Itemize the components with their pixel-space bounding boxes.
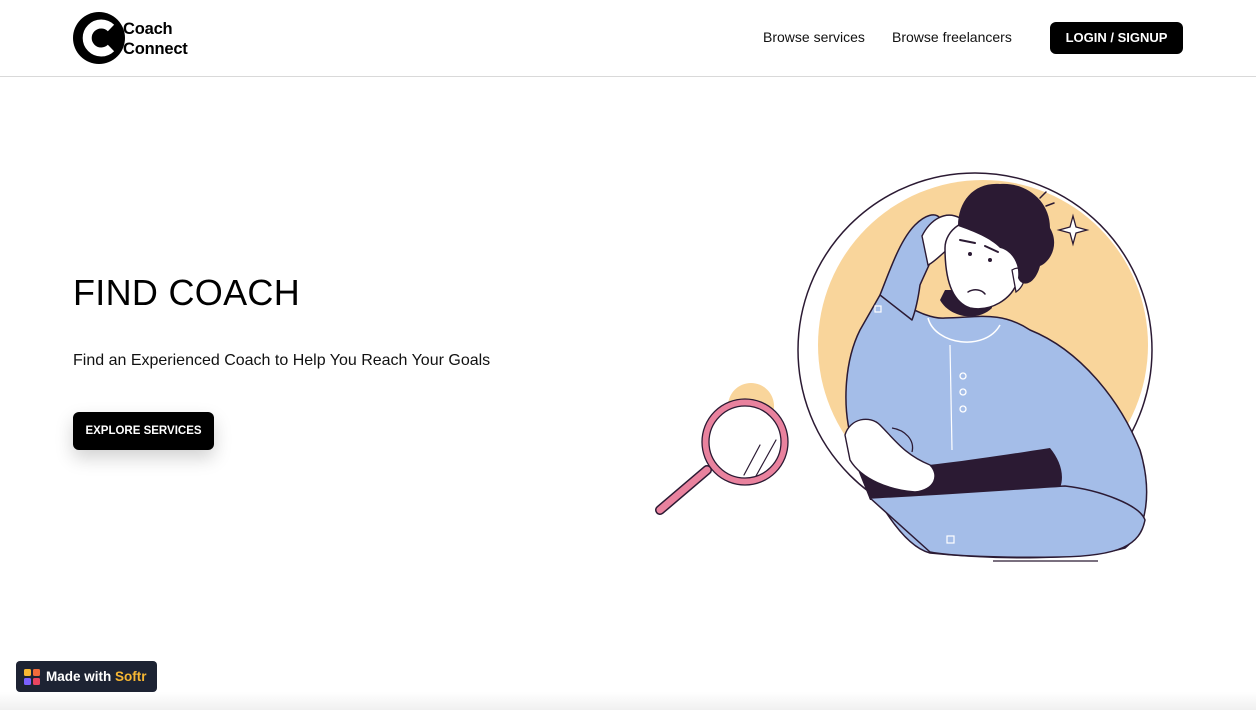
navbar: Coach Connect Browse services Browse fre…	[0, 0, 1256, 77]
badge-prefix: Made with	[46, 669, 112, 684]
made-with-softr-badge[interactable]: Made with Softr	[16, 661, 157, 692]
page-bottom-edge	[0, 692, 1256, 710]
logo-line-2: Connect	[123, 40, 188, 58]
badge-brand: Softr	[115, 669, 147, 684]
logo-line-1: Coach	[123, 20, 173, 38]
site-logo[interactable]: Coach Connect	[73, 12, 213, 65]
explore-services-button[interactable]: EXPLORE SERVICES	[73, 412, 214, 450]
nav-browse-freelancers[interactable]: Browse freelancers	[892, 29, 1012, 46]
nav-browse-services[interactable]: Browse services	[763, 29, 865, 46]
softr-logo-icon	[24, 669, 40, 685]
logo-text: Coach Connect	[123, 19, 188, 59]
hero-subtitle: Find an Experienced Coach to Help You Re…	[73, 352, 491, 369]
hero-title: FIND COACH	[73, 272, 300, 313]
login-signup-button[interactable]: LOGIN / SIGNUP	[1050, 22, 1183, 54]
thinking-man-illustration	[655, 172, 1153, 562]
coach-connect-logo-icon	[73, 12, 125, 64]
